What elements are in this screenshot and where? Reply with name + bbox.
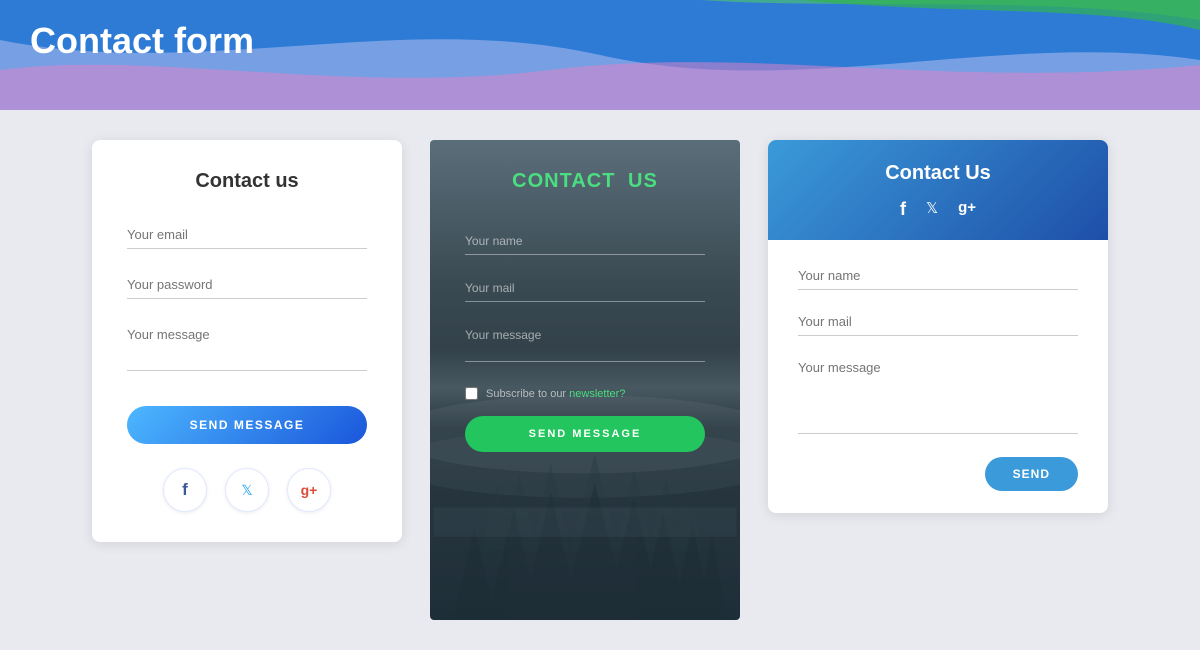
card-blue-header: Contact Us f 𝕏 g+ SEND [768,140,1108,513]
card2-name-group [465,228,705,255]
facebook-icon: f [182,480,188,500]
card1-title: Contact us [127,170,367,193]
password-field-group [127,271,367,299]
subscribe-text: Subscribe to our newsletter? [486,388,625,400]
subscribe-checkbox[interactable] [465,387,478,400]
card3-header: Contact Us f 𝕏 g+ [768,140,1108,240]
card-minimal: Contact us SEND MESSAGE f 𝕏 g+ [92,140,402,542]
card2-content: CONTACT US Subscribe to our newsletter? … [430,140,740,620]
header: Contact form [0,0,1200,110]
card3-send-row: SEND [798,457,1078,491]
twitter-button[interactable]: 𝕏 [225,468,269,512]
card3-social-icons: f 𝕏 g+ [798,199,1078,220]
card3-name-input[interactable] [798,262,1078,290]
card-dark: CONTACT US Subscribe to our newsletter? … [430,140,740,620]
card2-title-part1: CONTACT [512,170,615,192]
card2-mail-input[interactable] [465,275,705,302]
message-input[interactable] [127,321,367,371]
card3-googleplus-icon[interactable]: g+ [958,199,976,220]
card3-twitter-icon[interactable]: 𝕏 [926,199,938,220]
password-input[interactable] [127,271,367,299]
send-message-button[interactable]: SEND MESSAGE [127,406,367,444]
card2-message-group [465,322,705,367]
message-field-group [127,321,367,376]
social-icons: f 𝕏 g+ [127,468,367,512]
card3-mail-group [798,308,1078,336]
card3-send-button[interactable]: SEND [985,457,1078,491]
twitter-icon: 𝕏 [241,482,252,499]
facebook-button[interactable]: f [163,468,207,512]
card3-facebook-icon[interactable]: f [900,199,906,220]
card3-body: SEND [768,240,1108,513]
card3-message-input[interactable] [798,354,1078,434]
page-title: Contact form [30,20,254,62]
card2-title: CONTACT US [465,170,705,193]
card2-send-button[interactable]: SEND MESSAGE [465,416,705,452]
card3-mail-input[interactable] [798,308,1078,336]
googleplus-icon: g+ [301,482,318,498]
email-input[interactable] [127,221,367,249]
card2-name-input[interactable] [465,228,705,255]
googleplus-button[interactable]: g+ [287,468,331,512]
card2-message-input[interactable] [465,322,705,362]
subscribe-row: Subscribe to our newsletter? [465,387,705,400]
card2-title-part2: US [628,170,658,192]
card3-title: Contact Us [798,162,1078,185]
card3-message-group [798,354,1078,439]
main-content: Contact us SEND MESSAGE f 𝕏 g+ [0,110,1200,650]
card2-mail-group [465,275,705,302]
email-field-group [127,221,367,249]
card3-name-group [798,262,1078,290]
newsletter-link[interactable]: newsletter? [569,388,625,400]
